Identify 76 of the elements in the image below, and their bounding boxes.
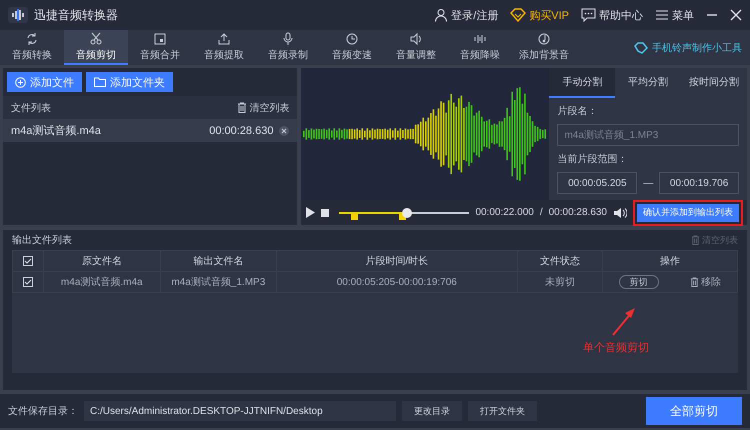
toolbar-tab[interactable]: 音量调整 [384,30,448,65]
annotation-arrow [611,306,637,336]
toolbar-tab[interactable]: 添加背景音 [512,30,576,65]
file-list-item[interactable]: m4a测试音频.m4a 00:00:28.630 [3,119,298,142]
user-icon [434,8,448,22]
folder-icon [94,77,106,87]
tag-icon [634,42,648,54]
toolbar-tab[interactable]: 音频变速 [320,30,384,65]
file-name: m4a测试音频.m4a [11,124,101,138]
split-mode-tab[interactable]: 平均分割 [615,68,682,98]
range-separator: — [643,178,654,188]
toolbar-tab[interactable]: 音频剪切 [64,30,128,65]
app-logo-icon [8,7,28,23]
volume-icon[interactable] [613,206,627,218]
cut-button[interactable]: 剪切 [618,275,659,289]
diamond-icon [510,8,526,22]
add-file-button[interactable]: 添加文件 [7,72,82,92]
segment-name-label: 片段名： [557,104,598,118]
save-directory-label: 文件保存目录： [8,404,78,418]
split-mode-tab[interactable]: 手动分割 [549,68,616,98]
refresh-icon [25,32,39,46]
clear-list-link[interactable]: 清空列表 [249,100,290,114]
open-folder-button[interactable]: 打开文件夹 [468,401,537,421]
music-note-icon [537,32,551,46]
tool-link[interactable]: 手机铃声制作小工具 [652,40,742,54]
help-link[interactable]: 帮助中心 [581,8,643,22]
chat-icon [581,8,596,22]
column-header: 输出文件名 [160,250,276,272]
trash-icon [690,277,700,287]
app-title: 迅捷音频转换器 [34,6,118,24]
start-time-field[interactable]: 00:00:05.205 [557,172,638,194]
trash-icon [691,235,700,245]
toolbar-tab[interactable]: 音频提取 [192,30,256,65]
progress-thumb[interactable] [402,208,412,218]
menu-icon [655,8,669,22]
grid-square-icon [153,32,167,46]
column-header: 片段时间/时长 [276,250,518,272]
vip-link[interactable]: 购买VIP [510,8,569,22]
cut-all-button[interactable]: 全部剪切 [646,397,742,425]
scissors-icon [89,32,103,46]
annotation-text: 单个音频剪切 [583,340,649,355]
microphone-icon [281,32,295,46]
split-mode-tab[interactable]: 按时间分割 [681,68,748,98]
close-icon[interactable] [730,9,742,21]
file-list-title: 文件列表 [11,102,51,114]
trash-icon [237,102,248,113]
play-icon[interactable] [305,207,316,218]
user-link[interactable]: 登录/注册 [434,8,498,22]
confirm-add-button[interactable]: 确认并添加到输出列表 [637,204,739,222]
toolbar-tab[interactable]: 音频降噪 [448,30,512,65]
current-time: 00:00:22.000 [475,207,534,218]
toolbar-tab[interactable]: 音频录制 [256,30,320,65]
upload-icon [217,32,231,46]
plus-circle-icon [15,76,26,88]
select-all-checkbox[interactable] [22,256,33,266]
toolbar-tab[interactable]: 音频合并 [128,30,192,65]
time-slash: / [540,207,543,218]
save-path-field[interactable]: C:/Users/Administrator.DESKTOP-JJTNIFN/Desktop [84,401,396,421]
speaker-icon [409,32,423,46]
column-header: 文件状态 [517,250,602,272]
file-duration: 00:00:28.630 [209,124,274,136]
change-directory-button[interactable]: 更改目录 [402,401,462,421]
clock-icon [345,32,359,46]
total-time: 00:00:28.630 [548,207,607,218]
toolbar-tab[interactable]: 音频转换 [0,30,64,65]
remove-icon[interactable] [279,126,290,136]
segment-range-label: 当前片段范围： [557,152,628,166]
menu-link[interactable]: 菜单 [655,8,694,22]
remove-link[interactable]: 移除 [690,275,722,289]
column-header: 原文件名 [43,250,160,272]
column-header: 操作 [602,250,738,272]
row-checkbox[interactable] [22,276,33,287]
stop-icon[interactable] [321,208,330,216]
end-time-field[interactable]: 00:00:19.706 [659,172,739,194]
add-folder-button[interactable]: 添加文件夹 [86,72,173,92]
output-list-title: 输出文件列表 [12,234,72,247]
